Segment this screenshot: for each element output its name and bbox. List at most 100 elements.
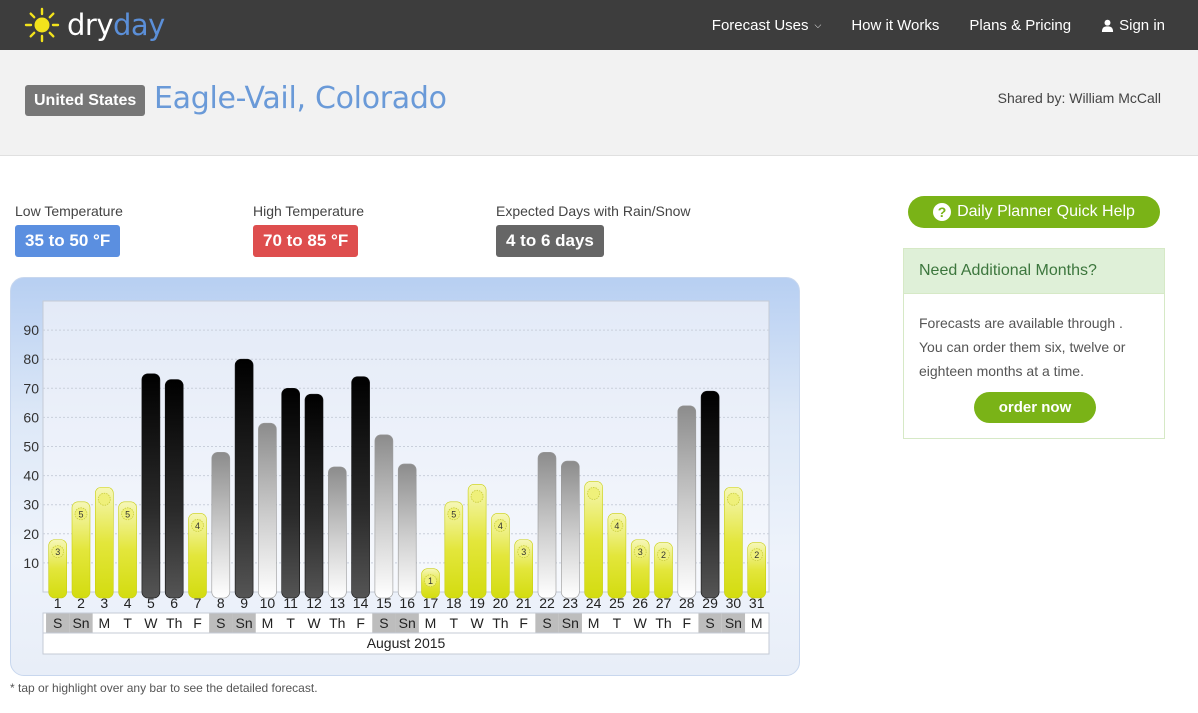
weekday-label: Th	[655, 615, 671, 631]
page-title: Eagle-Vail, Colorado	[154, 81, 447, 116]
weekday-label: S	[379, 615, 388, 631]
forecast-bar[interactable]	[258, 422, 277, 599]
weekday-label: M	[262, 615, 274, 631]
x-tick-label: 14	[353, 595, 369, 611]
sun-icon	[727, 492, 740, 506]
month-label: August 2015	[367, 635, 446, 651]
weekday-label: F	[519, 615, 528, 631]
weekday-label: T	[286, 615, 295, 631]
forecast-bar[interactable]	[700, 390, 720, 599]
panel-body: Forecasts are available through . You ca…	[919, 315, 1126, 379]
x-tick-label: 17	[423, 595, 439, 611]
country-badge: United States	[25, 85, 146, 116]
weekday-label: Sn	[236, 615, 253, 631]
x-tick-label: 20	[493, 595, 509, 611]
x-tick-label: 2	[77, 595, 85, 611]
x-tick-label: 4	[124, 595, 132, 611]
low-temp-badge: 35 to 50 °F	[15, 225, 121, 257]
rain-days-badge: 4 to 6 days	[496, 225, 604, 257]
quick-help-button[interactable]: ? Daily Planner Quick Help	[908, 196, 1160, 228]
bar-data-label: 3	[638, 547, 643, 557]
y-tick-label: 30	[23, 497, 39, 513]
x-tick-label: 1	[54, 595, 62, 611]
x-tick-label: 13	[330, 595, 346, 611]
x-tick-label: 3	[100, 595, 108, 611]
y-tick-label: 50	[23, 439, 39, 455]
weekday-label: W	[307, 615, 321, 631]
weekday-label: M	[98, 615, 110, 631]
x-tick-label: 12	[306, 595, 322, 611]
forecast-bar[interactable]	[537, 452, 557, 599]
x-tick-label: 29	[702, 595, 718, 611]
chevron-down-icon: ⌵	[814, 19, 822, 30]
chart-footnote: * tap or highlight over any bar to see t…	[10, 681, 318, 695]
forecast-chart-svg: 1020304050607080903152 354 5 647 8 9 10 11 12 13 1…	[23, 300, 770, 655]
x-tick-label: 6	[170, 595, 178, 611]
weekday-label: S	[542, 615, 551, 631]
question-icon: ?	[933, 203, 952, 221]
forecast-bar[interactable]	[304, 393, 324, 599]
forecast-bar[interactable]	[351, 376, 370, 599]
weekday-label: T	[123, 615, 132, 631]
forecast-bar[interactable]	[677, 405, 697, 599]
nav-plans-pricing-label: Plans & Pricing	[969, 16, 1072, 34]
weekday-label: S	[705, 615, 714, 631]
forecast-bar[interactable]	[141, 373, 161, 599]
weekday-label: Th	[329, 615, 345, 631]
brand-dry: dry	[67, 8, 114, 42]
x-tick-label: 8	[217, 595, 225, 611]
rain-days-label: Expected Days with Rain/Snow	[496, 203, 691, 219]
bar-data-label: 3	[521, 547, 526, 557]
nav-sign-in-label: Sign in	[1119, 16, 1165, 34]
forecast-bar[interactable]	[164, 379, 184, 599]
forecast-bar[interactable]	[397, 463, 417, 599]
weekday-label: M	[751, 615, 763, 631]
nav-forecast-uses[interactable]: Forecast Uses ⌵	[697, 17, 837, 34]
bar-data-label: 5	[78, 509, 83, 519]
weekday-label: Sn	[72, 615, 89, 631]
weekday-label: Sn	[399, 615, 416, 631]
y-tick-label: 20	[23, 526, 39, 542]
nav-forecast-uses-label: Forecast Uses	[711, 16, 809, 34]
nav-how-it-works-label: How it Works	[851, 16, 940, 34]
nav-how-it-works[interactable]: How it Works	[836, 17, 954, 34]
high-temp-label: High Temperature	[253, 203, 365, 219]
panel-title: Need Additional Months?	[904, 249, 1164, 294]
x-tick-label: 15	[376, 595, 392, 611]
weekday-label: W	[144, 615, 158, 631]
weekday-label: M	[588, 615, 600, 631]
weekday-label: W	[634, 615, 648, 631]
y-tick-label: 70	[23, 380, 39, 396]
weekday-label: S	[216, 615, 225, 631]
y-tick-label: 90	[23, 322, 39, 338]
weekday-label: F	[683, 615, 692, 631]
sun-icon	[24, 7, 60, 43]
forecast-bar[interactable]	[211, 452, 231, 599]
high-temp-badge: 70 to 85 °F	[253, 225, 359, 257]
nav-sign-in[interactable]: Sign in	[1086, 17, 1198, 34]
order-now-button[interactable]: order now	[974, 392, 1096, 423]
weekday-label: T	[613, 615, 622, 631]
bar-data-label: 2	[754, 550, 759, 560]
forecast-bar[interactable]	[281, 388, 301, 599]
sun-icon	[97, 492, 111, 506]
forecast-bar[interactable]	[560, 460, 580, 599]
x-tick-label: 31	[749, 595, 765, 611]
nav-plans-pricing[interactable]: Plans & Pricing	[954, 17, 1086, 34]
sun-icon	[470, 489, 484, 503]
weekday-label: Sn	[562, 615, 579, 631]
weekday-label: S	[53, 615, 62, 631]
bar-data-label: 3	[55, 547, 60, 557]
x-tick-label: 27	[656, 595, 672, 611]
x-tick-label: 5	[147, 595, 155, 611]
bar-data-label: 4	[614, 521, 619, 531]
forecast-bar[interactable]	[374, 434, 394, 599]
x-tick-label: 30	[726, 595, 742, 611]
weekday-label: Th	[492, 615, 508, 631]
brand-logo[interactable]: dryday	[24, 6, 165, 44]
forecast-bar[interactable]	[327, 466, 347, 599]
x-tick-label: 22	[539, 595, 555, 611]
x-tick-label: 7	[194, 595, 202, 611]
bar-data-label: 4	[498, 521, 503, 531]
forecast-bar[interactable]	[234, 358, 254, 599]
